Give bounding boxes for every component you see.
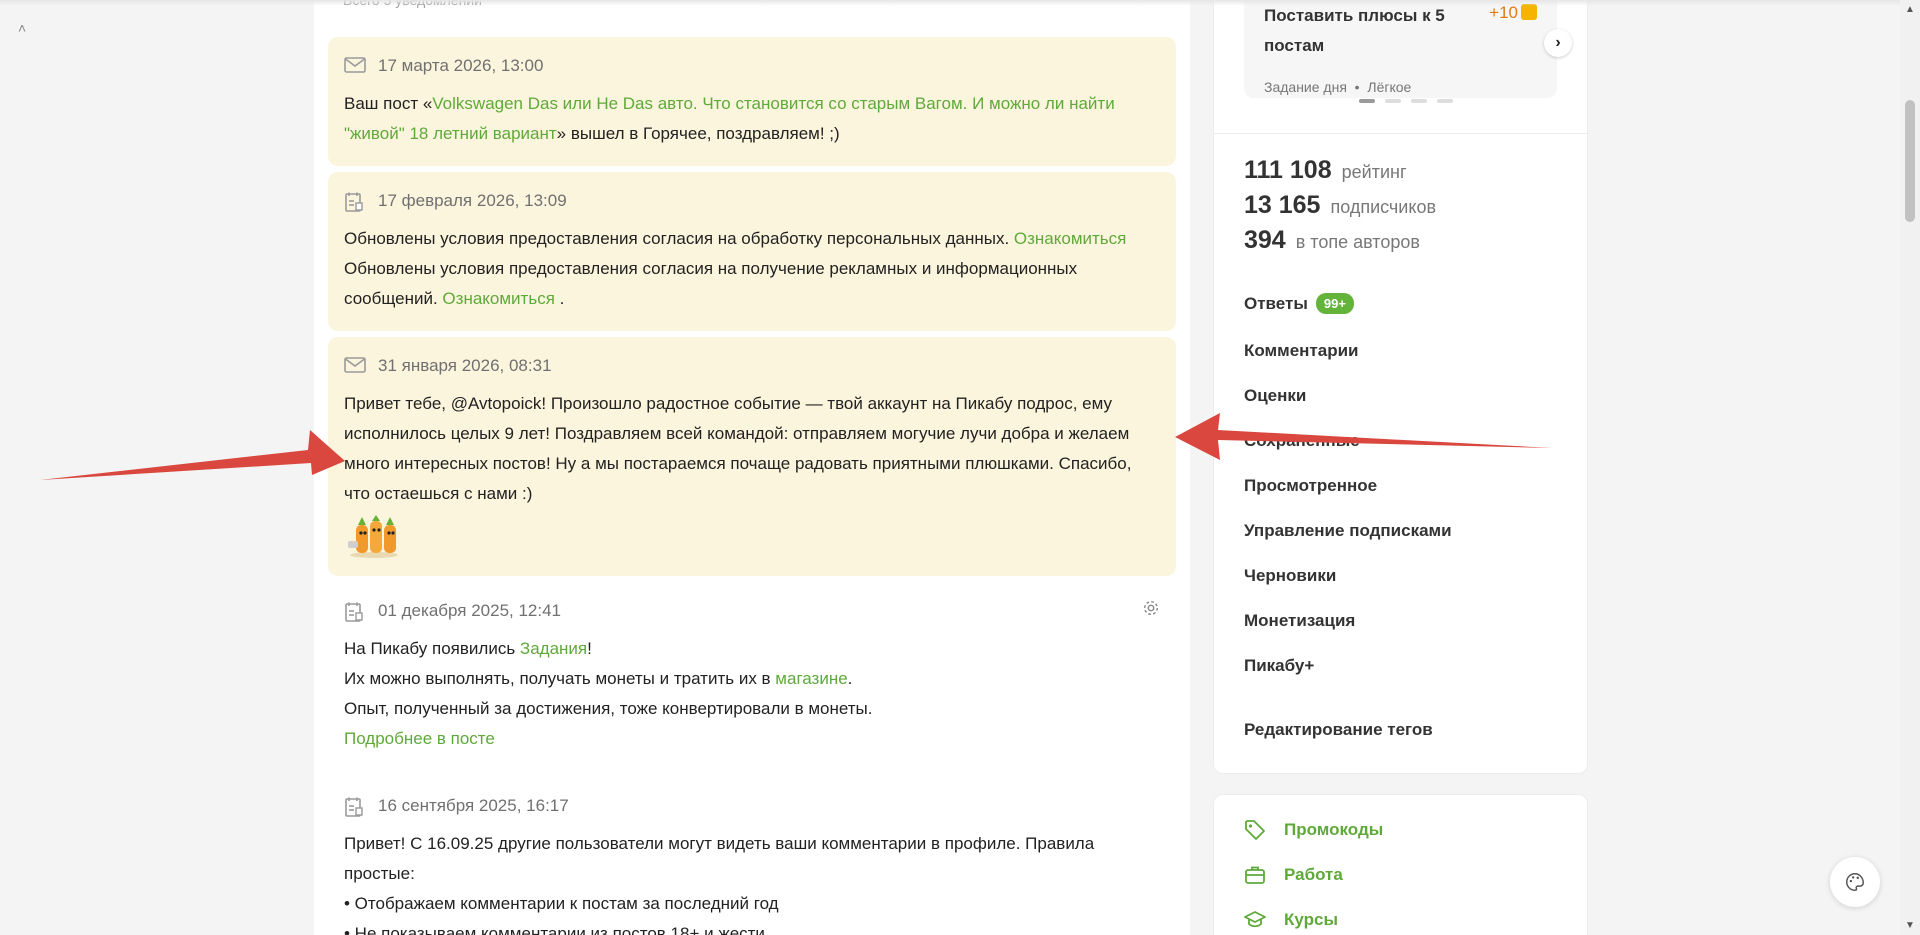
- briefcase-icon: [1245, 866, 1265, 884]
- gear-icon[interactable]: [1142, 599, 1160, 617]
- anniversary-mascot-image: [344, 515, 404, 559]
- notification-text: На Пикабу появились Задания! Их можно вы…: [344, 639, 873, 748]
- sidebar-item-monetization[interactable]: Монетизация: [1244, 611, 1355, 631]
- stat-subscribers: 13 165 подписчиков: [1244, 191, 1437, 219]
- jobs-link[interactable]: Работа: [1244, 864, 1343, 886]
- task-title: Поставить плюсы к 5 постам: [1264, 6, 1445, 55]
- theme-palette-button[interactable]: [1830, 857, 1880, 907]
- sidebar-item-pikabu-plus[interactable]: Пикабу+: [1244, 656, 1314, 676]
- notification-item: 16 сентября 2025, 16:17 Привет! С 16.09.…: [328, 782, 1176, 935]
- carousel-dot[interactable]: [1385, 99, 1401, 103]
- notification-text: Обновлены условия предоставления согласи…: [344, 229, 1127, 308]
- notification-date: 17 марта 2026, 13:00: [344, 51, 1160, 81]
- shop-link[interactable]: магазине: [775, 669, 847, 688]
- stat-top-authors: 394 в топе авторов: [1244, 226, 1420, 254]
- stat-rating: 111 108 рейтинг: [1244, 156, 1407, 184]
- notification-text: Ваш пост «Volkswagen Das или Не Das авто…: [344, 94, 1115, 143]
- carousel-dot[interactable]: [1437, 99, 1453, 103]
- more-in-post-link[interactable]: Подробнее в посте: [344, 729, 495, 748]
- task-reward: +10: [1489, 3, 1537, 23]
- notification-date: 16 сентября 2025, 16:17: [344, 791, 1160, 821]
- extras-card: Промокоды Работа Курсы: [1213, 794, 1588, 935]
- calendar-icon: [344, 602, 366, 622]
- envelope-icon: [344, 57, 366, 75]
- tasks-link[interactable]: Задания: [520, 639, 587, 658]
- notification-date: 31 января 2026, 08:31: [344, 351, 1160, 381]
- scrollbar[interactable]: ▲ ▼: [1900, 0, 1920, 935]
- annotation-arrow-left: [40, 430, 345, 480]
- calendar-icon: [344, 797, 366, 817]
- notification-item: 01 декабря 2025, 12:41 На Пикабу появили…: [328, 587, 1176, 767]
- notification-text: Привет! С 16.09.25 другие пользователи м…: [344, 834, 1095, 935]
- calendar-icon: [344, 192, 366, 212]
- sidebar-item-answers[interactable]: Ответы 99+: [1244, 293, 1354, 314]
- notification-date: 17 февраля 2026, 13:09: [344, 186, 1160, 216]
- collapse-caret-icon[interactable]: ˄: [18, 20, 26, 36]
- notification-item: 17 февраля 2026, 13:09 Обновлены условия…: [328, 172, 1176, 331]
- notification-text: Привет тебе, @Avtopoick! Произошло радос…: [344, 394, 1132, 503]
- notification-item: 31 января 2026, 08:31 Привет тебе, @Avto…: [328, 337, 1176, 576]
- annotation-arrow-right: [1175, 413, 1552, 460]
- task-meta: Задание дня • Лёгкое: [1264, 79, 1412, 95]
- sidebar-item-comments[interactable]: Комментарии: [1244, 341, 1358, 361]
- profile-card: Поставить плюсы к 5 постам +10 Задание д…: [1213, 0, 1589, 774]
- promocodes-link[interactable]: Промокоды: [1244, 819, 1383, 841]
- chevron-right-icon[interactable]: ›: [1544, 29, 1572, 57]
- carousel-dot[interactable]: [1411, 99, 1427, 103]
- sidebar-item-drafts[interactable]: Черновики: [1244, 566, 1336, 586]
- answers-badge: 99+: [1315, 293, 1354, 314]
- daily-task-card[interactable]: Поставить плюсы к 5 постам +10 Задание д…: [1244, 0, 1557, 98]
- notification-date: 01 декабря 2025, 12:41: [344, 596, 1160, 626]
- coin-icon: [1521, 4, 1537, 20]
- sidebar-item-viewed[interactable]: Просмотренное: [1244, 476, 1377, 496]
- scroll-up-icon[interactable]: ▲: [1905, 4, 1915, 15]
- consent-link[interactable]: Ознакомиться: [1014, 229, 1126, 248]
- envelope-icon: [344, 357, 366, 375]
- edit-tags-link[interactable]: Редактирование тегов: [1244, 720, 1433, 740]
- sidebar-item-subscriptions[interactable]: Управление подписками: [1244, 521, 1452, 541]
- sidebar-item-ratings[interactable]: Оценки: [1244, 386, 1306, 406]
- scroll-thumb[interactable]: [1905, 100, 1915, 222]
- tag-icon: [1245, 820, 1265, 840]
- scroll-down-icon[interactable]: ▼: [1905, 920, 1915, 931]
- divider: [1214, 133, 1589, 134]
- topbar-shadow: [0, 0, 1900, 6]
- courses-link[interactable]: Курсы: [1244, 909, 1338, 931]
- carousel-dots: [1359, 99, 1453, 103]
- palette-icon: [1846, 873, 1864, 891]
- notification-item: 17 марта 2026, 13:00 Ваш пост «Volkswage…: [328, 37, 1176, 166]
- notifications-column: Всего 5 уведомлений 17 марта 2026, 13:00…: [314, 0, 1190, 935]
- carousel-dot[interactable]: [1359, 99, 1375, 103]
- graduation-cap-icon: [1244, 911, 1266, 928]
- consent-link[interactable]: Ознакомиться: [442, 289, 554, 308]
